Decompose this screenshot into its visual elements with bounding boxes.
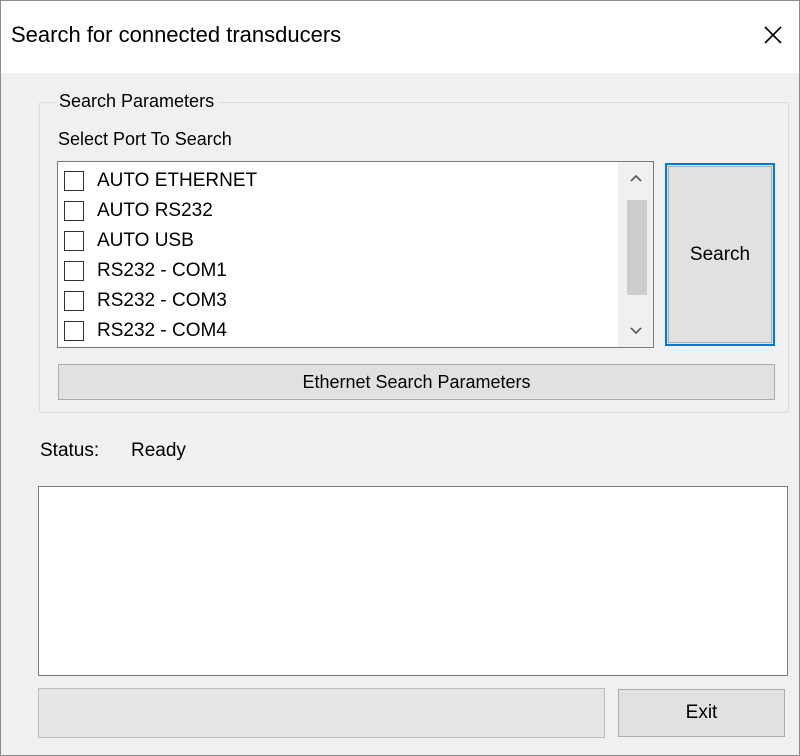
- port-list-item[interactable]: RS232 - COM1: [64, 256, 257, 286]
- port-label: AUTO USB: [97, 230, 194, 251]
- port-checkbox[interactable]: [64, 171, 84, 191]
- search-progress-bar: [38, 688, 605, 738]
- port-list-item[interactable]: AUTO RS232: [64, 196, 257, 226]
- scroll-down-button[interactable]: [618, 315, 653, 347]
- search-button-label: Search: [689, 243, 751, 265]
- port-list-scrollbar[interactable]: [618, 162, 653, 347]
- title-bar: Search for connected transducers: [1, 1, 799, 73]
- port-checkbox[interactable]: [64, 291, 84, 311]
- port-label: AUTO ETHERNET: [97, 170, 258, 191]
- close-icon: [764, 26, 782, 44]
- exit-button-label: Exit: [685, 702, 718, 723]
- port-list-item[interactable]: RS232 - COM4: [64, 316, 257, 346]
- chevron-up-icon: [629, 174, 642, 182]
- status-label: Status:: [40, 440, 100, 461]
- select-port-label: Select Port To Search: [58, 129, 232, 149]
- port-list-item[interactable]: RS232 - COM3: [64, 286, 257, 316]
- close-button[interactable]: [751, 13, 795, 57]
- scroll-thumb[interactable]: [627, 200, 647, 295]
- port-list-items: AUTO ETHERNET AUTO RS232 AUTO USB RS232 - C…: [64, 166, 257, 346]
- exit-button[interactable]: Exit: [618, 689, 785, 737]
- port-list[interactable]: AUTO ETHERNET AUTO RS232 AUTO USB RS232 - C…: [57, 161, 654, 348]
- scroll-up-button[interactable]: [618, 162, 653, 194]
- port-checkbox[interactable]: [64, 261, 84, 281]
- port-label: RS232 - COM3: [97, 290, 227, 311]
- ethernet-button-label: Ethernet Search Parameters: [302, 371, 531, 392]
- search-button[interactable]: Search: [665, 163, 775, 346]
- dialog-window: Search for connected transducers Search …: [0, 0, 800, 756]
- status-value: Ready: [131, 440, 186, 461]
- search-results-output[interactable]: [38, 486, 788, 676]
- port-list-item[interactable]: AUTO ETHERNET: [64, 166, 257, 196]
- port-label: RS232 - COM1: [97, 260, 227, 281]
- port-list-item[interactable]: AUTO USB: [64, 226, 257, 256]
- ethernet-search-parameters-button[interactable]: Ethernet Search Parameters: [58, 364, 775, 400]
- window-title: Search for connected transducers: [11, 22, 342, 47]
- port-checkbox[interactable]: [64, 231, 84, 251]
- port-label: AUTO RS232: [97, 200, 213, 221]
- search-parameters-title: Search Parameters: [55, 89, 219, 113]
- port-checkbox[interactable]: [64, 321, 84, 341]
- port-checkbox[interactable]: [64, 201, 84, 221]
- port-label: RS232 - COM4: [97, 320, 227, 341]
- chevron-down-icon: [629, 327, 642, 335]
